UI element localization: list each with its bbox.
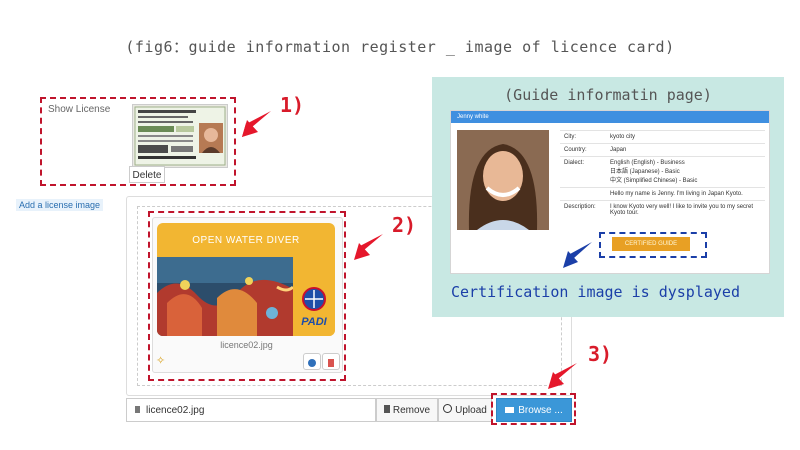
- blue-arrow-icon: [563, 242, 592, 268]
- info-row-description: Description: I know Kyoto very well! I l…: [560, 200, 765, 219]
- file-name-field[interactable]: licence02.jpg: [126, 398, 376, 422]
- file-name-text: licence02.jpg: [146, 405, 205, 416]
- info-value: I know Kyoto very well! I like to invite…: [606, 200, 765, 219]
- cert-badge-text: CERTIFIED GUIDE: [624, 241, 678, 247]
- info-value: English (English) - Business 日本語 (Japane…: [606, 156, 765, 188]
- drag-handle-icon[interactable]: ✧: [156, 354, 168, 367]
- step-3-arrow-icon: [548, 363, 577, 389]
- guide-profile-photo: [457, 130, 549, 230]
- upload-label: Upload: [455, 405, 487, 416]
- cert-note: Certification image is dysplayed: [451, 283, 740, 301]
- upload-button[interactable]: Upload: [438, 398, 492, 422]
- delete-button[interactable]: Delete: [129, 166, 165, 183]
- file-icon: [135, 406, 140, 413]
- add-license-link[interactable]: Add a license image: [16, 199, 104, 211]
- info-row-country: Country: Japan: [560, 143, 765, 157]
- info-label: [560, 187, 606, 201]
- info-value: kyoto city: [606, 130, 765, 144]
- guide-page-title: (Guide informatin page): [504, 86, 712, 104]
- guide-header-bar: Jenny white: [451, 111, 769, 123]
- info-row-city: City: kyoto city: [560, 130, 765, 144]
- license-card-image: OPEN WATER DIVER PADI: [157, 223, 335, 336]
- info-label: City:: [560, 130, 606, 144]
- info-label: Country:: [560, 143, 606, 157]
- step-1-arrow-icon: [242, 109, 272, 137]
- browse-highlight: [491, 393, 576, 425]
- figure-caption: (fig6：guide information register _ image…: [125, 38, 675, 56]
- cert-badge: CERTIFIED GUIDE: [612, 237, 690, 251]
- info-label: Description:: [560, 200, 606, 219]
- zoom-icon: [308, 359, 316, 367]
- info-label: Dialect:: [560, 156, 606, 188]
- show-license-label: Show License: [48, 104, 111, 115]
- trash-icon: [328, 359, 334, 367]
- padi-logo-text: PADI: [301, 316, 327, 328]
- remove-label: Remove: [392, 405, 431, 416]
- step-2-arrow-icon: [354, 234, 383, 260]
- step-3-label: 3): [588, 342, 613, 366]
- padi-logo: PADI: [297, 287, 331, 328]
- info-row-dialect: Dialect: English (English) - Business 日本…: [560, 156, 765, 188]
- info-value: Hello my name is Jenny. I'm living in Ja…: [606, 187, 765, 201]
- guide-info-table: City: kyoto city Country: Japan Dialect:…: [560, 130, 765, 219]
- step-2-label: 2): [392, 213, 417, 237]
- upload-icon: [443, 404, 453, 413]
- step-1-label: 1): [280, 93, 305, 117]
- preview-filename: licence02.jpg: [220, 340, 273, 350]
- remove-button[interactable]: Remove: [376, 398, 438, 422]
- zoom-button[interactable]: [303, 353, 321, 370]
- guide-header-name: Jenny white: [457, 114, 489, 120]
- remove-file-button[interactable]: [322, 353, 340, 370]
- trash-icon: [383, 405, 390, 413]
- license-thumbnail: [132, 104, 228, 168]
- info-row-intro: Hello my name is Jenny. I'm living in Ja…: [560, 187, 765, 201]
- info-value: Japan: [606, 143, 765, 157]
